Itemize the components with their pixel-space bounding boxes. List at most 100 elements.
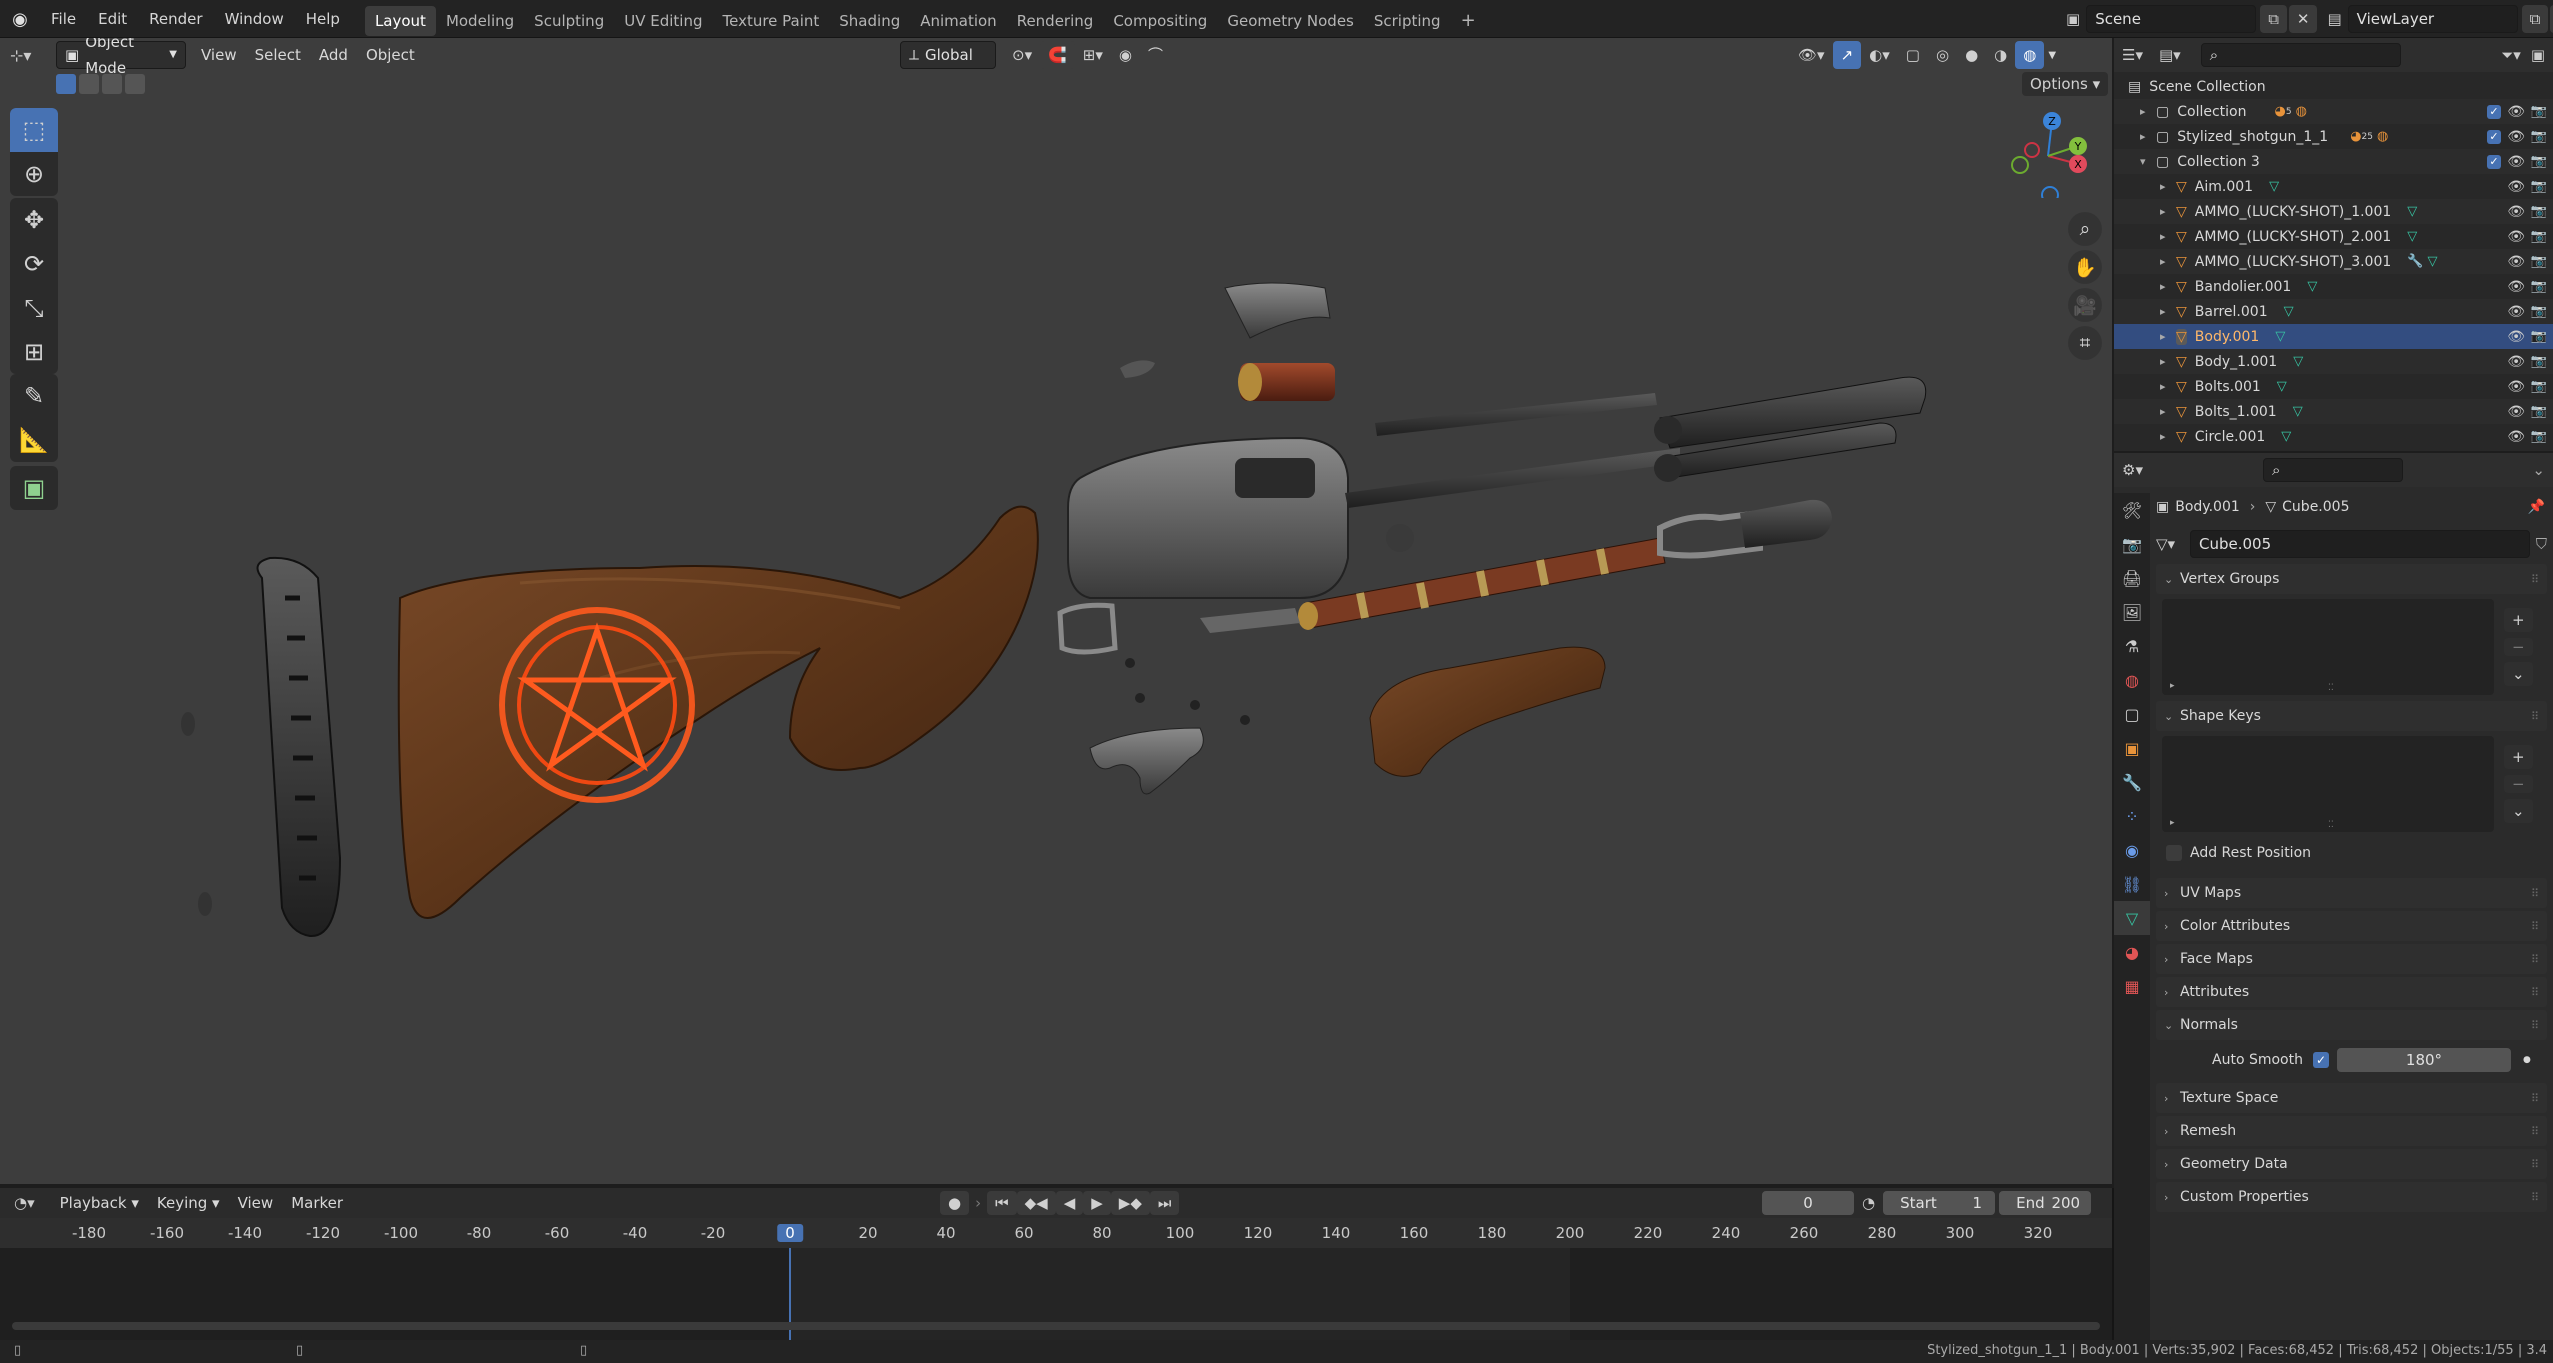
view-layer-tab-icon[interactable]: 🖼 [2114, 595, 2150, 629]
render-camera-icon[interactable]: 📷 [2531, 129, 2547, 144]
area-divider[interactable] [2112, 1188, 2114, 1340]
eye-icon[interactable]: 👁 [2507, 304, 2525, 320]
render-camera-icon[interactable]: 📷 [2531, 304, 2547, 319]
render-camera-icon[interactable]: 📷 [2531, 404, 2547, 419]
outliner-item-object[interactable]: ▸ ▽ AMMO_(LUCKY-SHOT)_2.001 ▽ 👁 📷 [2114, 224, 2553, 249]
editor-type-clock-icon[interactable]: ◔▾ [14, 1194, 35, 1212]
outliner-item-object[interactable]: ▸ ▽ Bandolier.001 ▽ 👁 📷 [2114, 274, 2553, 299]
tab-rendering[interactable]: Rendering [1007, 6, 1104, 36]
object-tab-icon[interactable]: ▣ [2114, 731, 2150, 765]
shell-mesh[interactable] [1238, 363, 1335, 401]
add-rest-position-checkbox[interactable] [2166, 845, 2182, 861]
eye-icon[interactable]: 👁 [2507, 354, 2525, 370]
eye-icon[interactable]: 👁 [2507, 229, 2525, 245]
expand-icon[interactable]: ▸ [2160, 380, 2176, 393]
expand-icon[interactable]: ▸ [2160, 305, 2176, 318]
vertex-groups-list[interactable]: ▸ ⁚⁚ [2162, 599, 2494, 695]
render-camera-icon[interactable]: 📷 [2531, 279, 2547, 294]
current-frame-field[interactable]: 0 [1762, 1191, 1854, 1215]
modifier-wrench-icon[interactable]: 🔧 [2407, 254, 2423, 269]
pin-mesh[interactable] [1190, 700, 1200, 710]
render-camera-icon[interactable]: 📷 [2531, 179, 2547, 194]
shape-keys-list[interactable]: ▸ ⁚⁚ [2162, 736, 2494, 832]
drag-handle-icon[interactable]: ⠿ [2531, 1125, 2539, 1138]
tab-animation[interactable]: Animation [910, 6, 1006, 36]
outliner-item-object[interactable]: ▸ ▽ Circle.001 ▽ 👁 📷 [2114, 424, 2553, 449]
new-scene-button[interactable]: ⧉ [2260, 5, 2287, 33]
panel-attributes[interactable]: › Attributes ⠿ [2156, 977, 2547, 1007]
eye-icon[interactable]: 👁 [2507, 429, 2525, 445]
output-tab-icon[interactable]: 🖨 [2114, 561, 2150, 595]
expand-icon[interactable]: ▸ [2140, 105, 2156, 118]
expand-icon[interactable]: ▸ [2160, 255, 2176, 268]
collection-tab-icon[interactable]: ▢ [2114, 697, 2150, 731]
mesh-data-icon[interactable]: ▽ [2407, 229, 2417, 244]
panel-uv-maps[interactable]: › UV Maps ⠿ [2156, 878, 2547, 908]
remove-shape-key-button[interactable]: − [2504, 775, 2533, 793]
receiver-mesh[interactable] [1067, 436, 1349, 599]
drag-handle-icon[interactable]: ⠿ [2531, 1191, 2539, 1204]
tab-shading[interactable]: Shading [829, 6, 910, 36]
mesh-data-icon[interactable]: ▽ [2281, 429, 2291, 444]
outliner-item-collection[interactable]: ▸ ▢ Stylized_shotgun_1_1 ◕ 25 ◍ ✓ 👁 📷 [2114, 124, 2553, 149]
pin-mesh[interactable] [1240, 715, 1250, 725]
panel-normals[interactable]: ⌄ Normals ⠿ [2156, 1010, 2547, 1040]
timeline-menu-keying[interactable]: Keying ▾ [148, 1188, 229, 1218]
material-tab-icon[interactable]: ◕ [2114, 935, 2150, 969]
tab-scripting[interactable]: Scripting [1364, 6, 1451, 36]
tab-texture-paint[interactable]: Texture Paint [712, 6, 829, 36]
timeline-scrollbar[interactable] [12, 1322, 2100, 1330]
modifier-tab-icon[interactable]: 🔧 [2114, 765, 2150, 799]
render-camera-icon[interactable]: 📷 [2531, 429, 2547, 444]
pin-mesh[interactable] [1135, 693, 1145, 703]
eye-icon[interactable]: 👁 [2507, 379, 2525, 395]
constraints-tab-icon[interactable]: ⛓ [2114, 867, 2150, 901]
display-mode-icon[interactable]: ▤▾ [2159, 46, 2181, 64]
menu-window[interactable]: Window [214, 0, 295, 38]
render-camera-icon[interactable]: 📷 [2531, 354, 2547, 369]
end-frame-field[interactable]: End 200 [1999, 1191, 2092, 1215]
pin-icon[interactable]: 📌 [2528, 499, 2545, 515]
eye-icon[interactable]: 👁 [2507, 279, 2525, 295]
view-layer-icon[interactable]: ▤ [2327, 10, 2341, 28]
fake-user-shield-icon[interactable]: ⛉ [2536, 535, 2547, 553]
outliner-item-object[interactable]: ▸ ▽ Barrel.001 ▽ 👁 📷 [2114, 299, 2553, 324]
mesh-data-icon[interactable]: ▽ [2407, 204, 2417, 219]
drag-handle-icon[interactable]: ⠿ [2531, 573, 2539, 586]
auto-smooth-angle-field[interactable]: 180° [2336, 1048, 2511, 1072]
filter-icon[interactable]: ⏷▾ [2501, 46, 2521, 64]
drag-handle-icon[interactable]: ⠿ [2531, 953, 2539, 966]
expand-icon[interactable]: ▸ [2160, 180, 2176, 193]
expand-icon[interactable]: ▸ [2160, 205, 2176, 218]
drag-handle-icon[interactable]: ⠿ [2531, 920, 2539, 933]
menu-file[interactable]: File [40, 0, 87, 38]
mesh-data-icon[interactable]: ▽ [2277, 379, 2287, 394]
shape-key-specials-button[interactable]: ⌄ [2504, 799, 2533, 823]
mesh-data-icon[interactable]: ▽ [2293, 404, 2303, 419]
tab-compositing[interactable]: Compositing [1103, 6, 1217, 36]
jump-to-start-icon[interactable]: ⏮ [987, 1191, 1017, 1215]
tab-geometry-nodes[interactable]: Geometry Nodes [1217, 6, 1364, 36]
list-expand-icon[interactable]: ▸ [2170, 818, 2175, 828]
jump-to-end-icon[interactable]: ⏭ [1149, 1191, 1180, 1215]
exclude-checkbox[interactable]: ✓ [2487, 104, 2501, 119]
outliner-root[interactable]: ▤ Scene Collection [2114, 74, 2553, 99]
eye-icon[interactable]: 👁 [2507, 254, 2525, 270]
drag-handle-icon[interactable]: ⠿ [2531, 986, 2539, 999]
new-collection-icon[interactable]: ▣ [2531, 46, 2545, 64]
mesh-data-icon[interactable]: ▽ [2307, 279, 2317, 294]
screw-mesh[interactable] [181, 712, 195, 736]
render-camera-icon[interactable]: 📷 [2531, 204, 2547, 219]
vertex-group-specials-button[interactable]: ⌄ [2504, 662, 2533, 686]
timeline-area[interactable]: -180 -160 -140 -120 -100 -80 -60 -40 -20… [0, 1218, 2112, 1340]
options-chevron-icon[interactable]: ⌄ [2532, 461, 2545, 479]
magazine-tube-mesh[interactable] [1298, 537, 1666, 630]
jump-to-prev-keyframe-icon[interactable]: ◆◀ [1016, 1191, 1056, 1215]
forend-mesh[interactable] [1369, 646, 1606, 777]
panel-color-attributes[interactable]: › Color Attributes ⠿ [2156, 911, 2547, 941]
small-part-mesh[interactable] [1120, 360, 1155, 378]
eye-icon[interactable]: 👁 [2507, 404, 2525, 420]
list-resize-icon[interactable]: ⁚⁚ [2328, 683, 2334, 693]
mesh-name-field[interactable]: Cube.005 [2190, 530, 2530, 558]
auto-keying-record-icon[interactable]: ● [940, 1191, 970, 1215]
